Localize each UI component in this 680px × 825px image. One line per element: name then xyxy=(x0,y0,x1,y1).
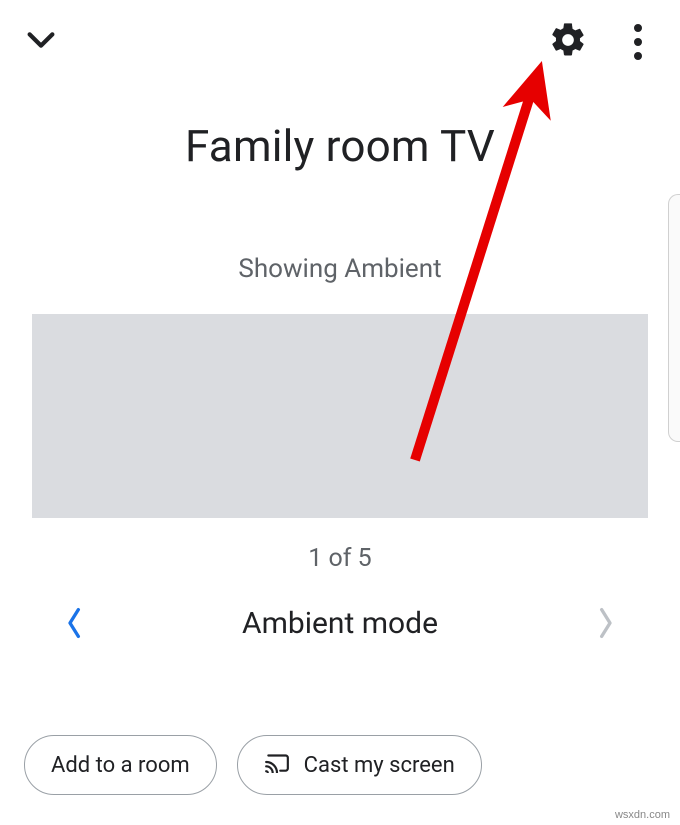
device-status: Showing Ambient xyxy=(0,254,680,284)
cast-screen-label: Cast my screen xyxy=(304,753,455,778)
settings-gear-icon[interactable] xyxy=(548,20,588,64)
top-bar xyxy=(0,0,680,84)
collapse-chevron-icon[interactable] xyxy=(24,23,58,61)
cast-icon xyxy=(264,751,290,779)
add-to-room-label: Add to a room xyxy=(51,753,190,778)
carousel-prev-icon[interactable] xyxy=(60,593,90,653)
ambient-preview-card[interactable] xyxy=(32,314,648,518)
cast-screen-button[interactable]: Cast my screen xyxy=(237,735,482,795)
carousel-pager: 1 of 5 xyxy=(0,544,680,573)
mode-title: Ambient mode xyxy=(90,606,590,641)
more-menu-icon[interactable] xyxy=(630,24,650,60)
add-to-room-button[interactable]: Add to a room xyxy=(24,735,217,795)
device-title: Family room TV xyxy=(0,120,680,172)
carousel-next-icon[interactable] xyxy=(590,593,620,653)
actions-row: Add to a room Cast my screen xyxy=(24,735,656,795)
side-panel-edge xyxy=(668,194,680,442)
watermark: wsxdn.com xyxy=(615,809,670,821)
mode-carousel-row: Ambient mode xyxy=(0,593,680,653)
